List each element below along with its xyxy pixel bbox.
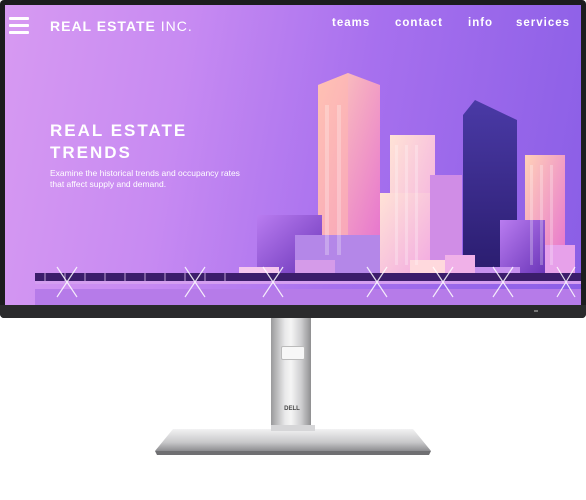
- monitor-screen: REAL ESTATE INC. teams contact info serv…: [5, 5, 581, 305]
- power-indicator: [534, 310, 538, 312]
- monitor-stand-base: [155, 425, 431, 455]
- nav-link-contact[interactable]: contact: [395, 17, 443, 29]
- hamburger-menu-icon[interactable]: [9, 17, 29, 35]
- cable-management-slot: [281, 346, 305, 360]
- hero-title-line-2: TRENDS: [50, 143, 132, 162]
- hero-title: REAL ESTATE TRENDS: [50, 120, 250, 164]
- nav-link-teams[interactable]: teams: [332, 17, 370, 29]
- brand-name-bold: REAL ESTATE: [50, 18, 156, 34]
- monitor-bottom-bezel: [0, 305, 586, 318]
- brand-name-suffix: INC.: [160, 18, 193, 34]
- dell-logo: DELL: [284, 406, 300, 412]
- nav-link-info[interactable]: info: [468, 17, 493, 29]
- nav-link-services[interactable]: services: [516, 17, 570, 29]
- monitor-frame: REAL ESTATE INC. teams contact info serv…: [0, 0, 586, 318]
- top-navigation: REAL ESTATE INC. teams contact info serv…: [5, 5, 581, 45]
- hero-subtitle: Examine the historical trends and occupa…: [50, 168, 240, 189]
- hero-title-line-1: REAL ESTATE: [50, 121, 188, 140]
- brand-logo[interactable]: REAL ESTATE INC.: [50, 18, 193, 34]
